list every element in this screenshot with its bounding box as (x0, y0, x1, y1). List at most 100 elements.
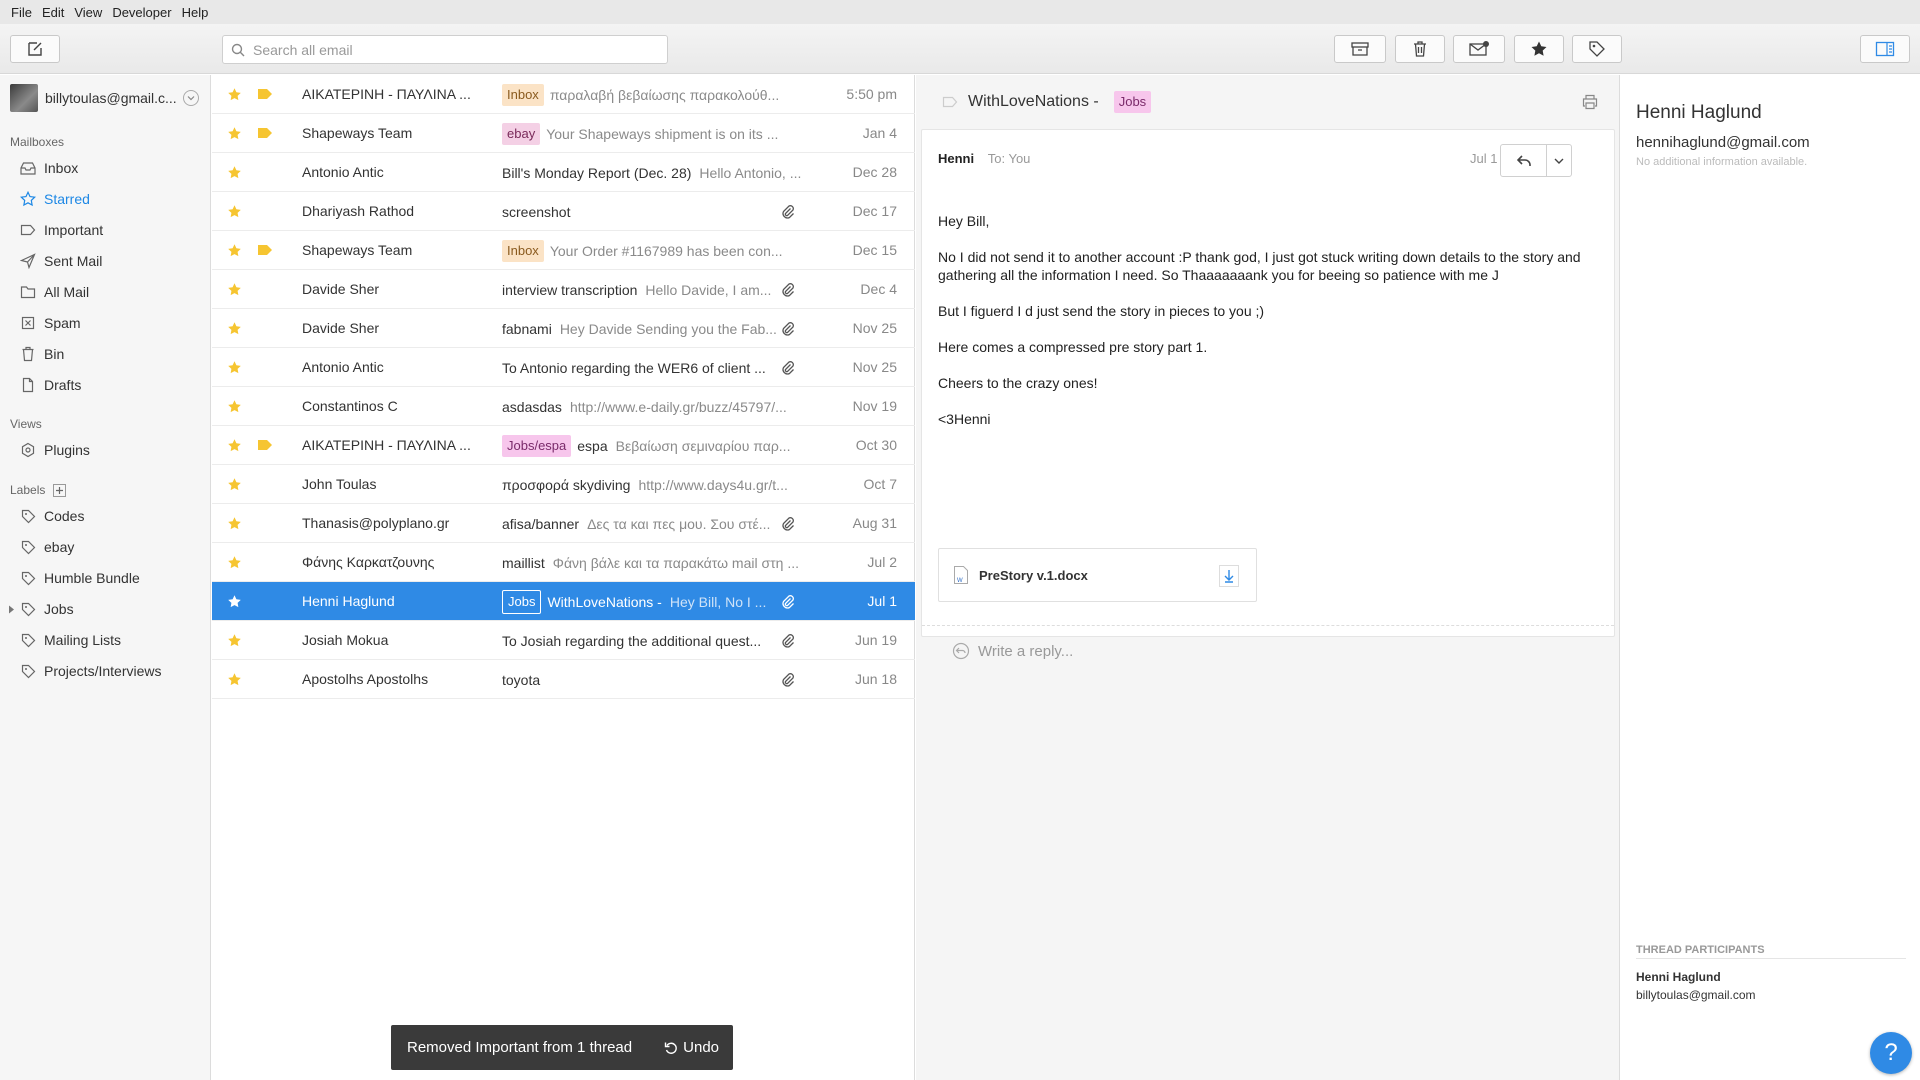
reply-button[interactable] (1501, 145, 1547, 176)
account-switcher[interactable]: billytoulas@gmail.c... (10, 84, 200, 112)
expand-jobs-arrow[interactable] (8, 605, 15, 614)
sidebar-item-spam[interactable]: Spam (20, 312, 205, 334)
thread-row[interactable]: Antonio Antic Bill's Monday Report (Dec. … (212, 153, 915, 192)
download-button[interactable] (1219, 565, 1239, 587)
thread-date: 5:50 pm (846, 86, 897, 102)
thread-row[interactable]: Apostolhs Apostolhs toyota Jun 18 (212, 660, 915, 699)
archive-button[interactable] (1334, 35, 1386, 63)
help-button[interactable]: ? (1870, 1032, 1912, 1074)
star-icon[interactable] (227, 477, 242, 492)
reply-circle-icon (952, 642, 970, 660)
thread-row[interactable]: ΑΙΚΑΤΕΡΙΝΗ - ΠΑΥΛΙΝΑ ... Inbox παραλαβή βε… (212, 75, 915, 114)
sidebar-item-label: Codes (44, 508, 85, 524)
spam-icon (20, 315, 36, 331)
star-icon[interactable] (227, 321, 242, 336)
reply-divider (922, 625, 1614, 626)
star-icon[interactable] (227, 672, 242, 687)
trash-button[interactable] (1395, 35, 1445, 63)
sidebar-item-humble-bundle[interactable]: Humble Bundle (20, 567, 205, 589)
menu-view[interactable]: View (69, 5, 107, 20)
star-icon[interactable] (227, 282, 242, 297)
message-from[interactable]: Henni (938, 151, 974, 166)
star-icon[interactable] (227, 594, 242, 609)
sidebar-item-mailing-lists[interactable]: Mailing Lists (20, 629, 205, 651)
sidebar-item-label: Starred (44, 191, 90, 207)
thread-sender: Shapeways Team (302, 242, 413, 258)
body-paragraph: Here comes a compressed pre story part 1… (938, 339, 1208, 355)
print-icon[interactable] (1582, 94, 1598, 110)
thread-row[interactable]: ΑΙΚΑΤΕΡΙΝΗ - ΠΑΥΛΙΝΑ ... Jobs/espa espa Βεβ… (212, 426, 915, 465)
thread-date: Oct 7 (863, 476, 897, 492)
sidebar-item-inbox[interactable]: Inbox (20, 157, 205, 179)
sidebar-item-ebay[interactable]: ebay (20, 536, 205, 558)
menu-edit[interactable]: Edit (37, 5, 69, 20)
thread-row[interactable]: Φάνης Καρκατζουνης maillist Φάνη βάλε και … (212, 543, 915, 582)
thread-row[interactable]: Antonio Antic To Antonio regarding the WE… (212, 348, 915, 387)
thread-date: Jun 19 (854, 632, 897, 648)
star-icon[interactable] (227, 126, 242, 141)
sidebar-item-starred[interactable]: Starred (20, 188, 205, 210)
star-icon[interactable] (227, 243, 242, 258)
reply-box[interactable]: Write a reply... (952, 642, 1073, 660)
thread-tag[interactable]: ebay (502, 122, 541, 145)
thread-row[interactable]: John Toulas προσφορά skydiving http://www.… (212, 465, 915, 504)
menu-help[interactable]: Help (177, 5, 214, 20)
star-icon[interactable] (227, 87, 242, 102)
thread-subject: espa (577, 437, 608, 454)
important-marker-icon[interactable] (942, 96, 958, 108)
sidebar-item-projects-interviews[interactable]: Projects/Interviews (20, 660, 205, 682)
thread-tag[interactable]: Inbox (502, 239, 544, 262)
sidebar-item-sent-mail[interactable]: Sent Mail (20, 250, 205, 272)
star-icon[interactable] (227, 165, 242, 180)
attachment[interactable]: W PreStory v.1.docx (938, 548, 1257, 602)
menu-file[interactable]: File (6, 5, 37, 20)
contact-name: Henni Haglund (1636, 102, 1762, 123)
star-button[interactable] (1514, 35, 1564, 63)
thread-row[interactable]: Josiah Mokua To Josiah regarding the addi… (212, 621, 915, 660)
star-icon[interactable] (227, 633, 242, 648)
sidebar-item-all-mail[interactable]: All Mail (20, 281, 205, 303)
add-label-icon[interactable] (53, 483, 67, 497)
compose-button[interactable] (10, 35, 60, 63)
mark-unread-button[interactable] (1453, 35, 1505, 63)
reply-options-button[interactable] (1547, 145, 1571, 176)
toggle-sidebar-button[interactable] (1860, 35, 1910, 63)
menu-developer[interactable]: Developer (107, 5, 176, 20)
thread-row[interactable]: Henni Haglund Jobs WithLoveNations - Hey Bi… (212, 582, 915, 621)
thread-row[interactable]: Thanasis@polyplano.gr afisa/banner Δες τα … (212, 504, 915, 543)
star-icon[interactable] (227, 555, 242, 570)
star-icon[interactable] (227, 399, 242, 414)
thread-tag[interactable]: Jobs (502, 589, 542, 614)
star-icon[interactable] (227, 438, 242, 453)
contact-email[interactable]: hennihaglund@gmail.com (1636, 134, 1810, 151)
search-input[interactable] (253, 41, 653, 58)
sidebar-item-drafts[interactable]: Drafts (20, 374, 205, 396)
sidebar-item-label: Mailing Lists (44, 632, 122, 648)
thread-subject-line: To Antonio regarding the WER6 of client … (502, 348, 822, 387)
star-icon[interactable] (227, 516, 242, 531)
star-icon[interactable] (227, 204, 242, 219)
sidebar-item-codes[interactable]: Codes (20, 505, 205, 527)
undo-button[interactable]: Undo (654, 1025, 733, 1070)
thread-row[interactable]: Constantinos C asdasdas http://www.e-daily… (212, 387, 915, 426)
sidebar-item-bin[interactable]: Bin (20, 343, 205, 365)
sidebar-item-jobs[interactable]: Jobs (20, 598, 205, 620)
thread-row[interactable]: Shapeways Team ebay Your Shapeways shipmen… (212, 114, 915, 153)
thread-row[interactable]: Davide Sher fabnami Hey Davide Sending you… (212, 309, 915, 348)
label-button[interactable] (1572, 35, 1622, 63)
thread-tag[interactable]: Jobs/espa (502, 434, 572, 457)
thread-row[interactable]: Davide Sher interview transcription Hello … (212, 270, 915, 309)
menu-bar: File Edit View Developer Help (0, 0, 1920, 24)
search-box[interactable] (222, 35, 668, 64)
reply-icon (1516, 154, 1531, 166)
message-tag[interactable]: Jobs (1113, 91, 1152, 113)
thread-tag[interactable]: Inbox (502, 83, 544, 106)
thread-row[interactable]: Shapeways Team Inbox Your Order #1167989 h… (212, 231, 915, 270)
sidebar-item-important[interactable]: Important (20, 219, 205, 241)
body-paragraph: Hey Bill, (938, 213, 990, 229)
star-icon[interactable] (227, 360, 242, 375)
thread-row[interactable]: Dhariyash Rathod screenshot Dec 17 (212, 192, 915, 231)
message-card: Henni To: You Jul 1 Hey Bill, No I did n… (921, 129, 1615, 660)
envelope-dot-icon (1469, 41, 1489, 56)
sidebar-item-plugins[interactable]: Plugins (20, 439, 205, 461)
